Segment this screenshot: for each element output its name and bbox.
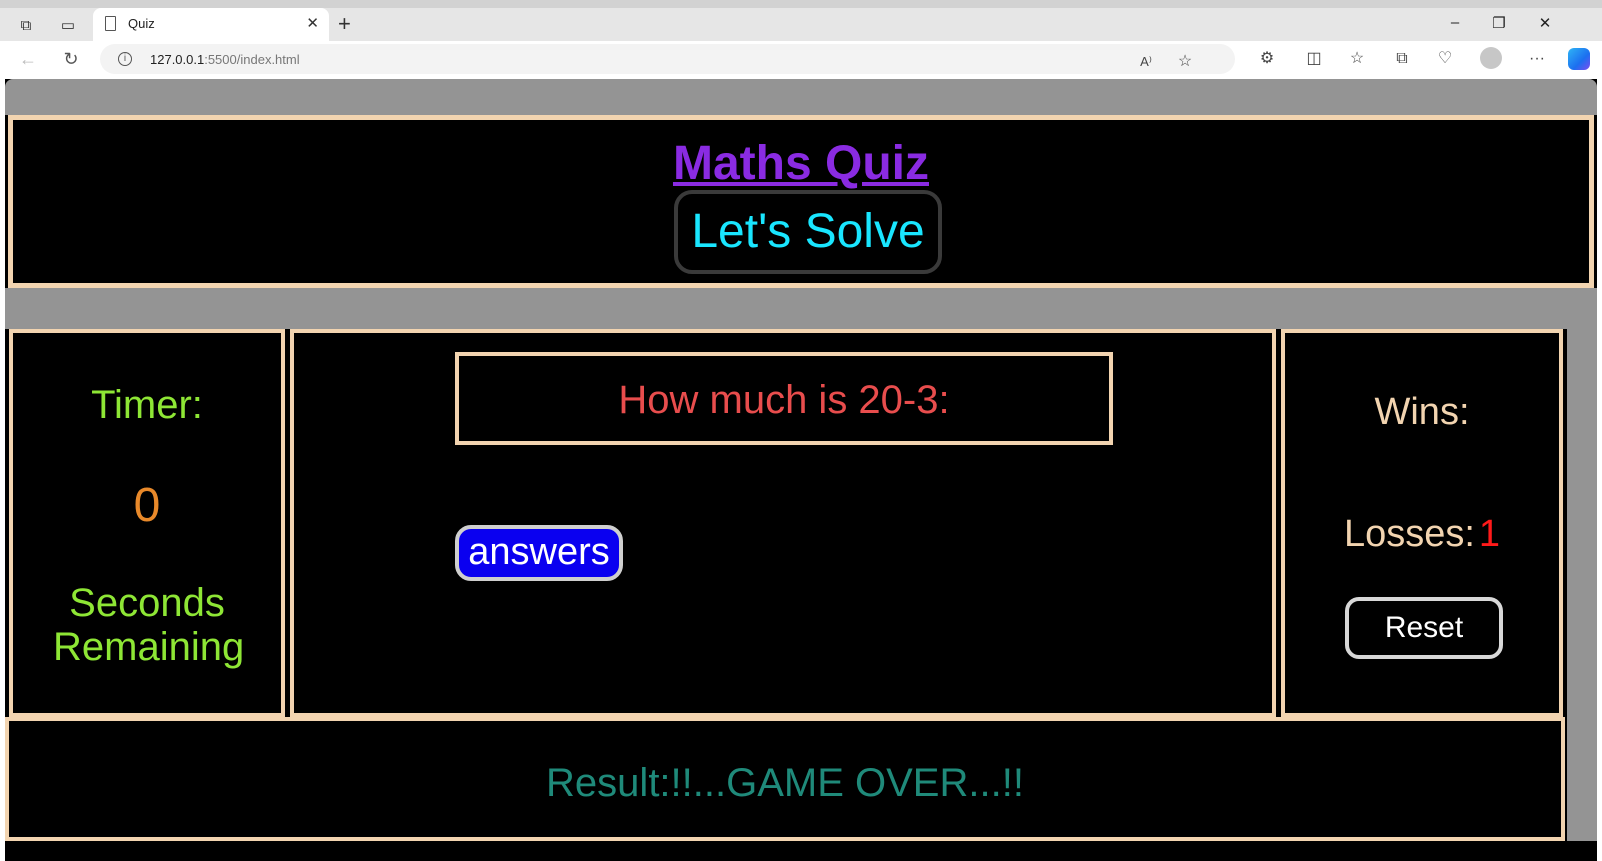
- favorite-star-icon[interactable]: ☆: [1173, 51, 1197, 73]
- read-aloud-icon[interactable]: A⁾: [1134, 51, 1158, 73]
- page-icon: [105, 16, 116, 31]
- wins-label: Wins:: [1374, 391, 1470, 433]
- url-field[interactable]: i 127.0.0.1:5500/index.html A⁾ ☆: [100, 44, 1235, 74]
- close-window-icon[interactable]: ✕: [1530, 14, 1560, 32]
- split-screen-icon[interactable]: ◫: [1302, 48, 1326, 70]
- losses-value: 1: [1478, 513, 1501, 555]
- browser-essentials-icon[interactable]: ♡: [1433, 48, 1457, 70]
- reload-icon[interactable]: ↻: [59, 48, 83, 70]
- result-text: Result:!!...GAME OVER...!!: [546, 761, 1024, 805]
- timer-value: 0: [133, 479, 161, 532]
- browser-address-bar: ← ↻ i 127.0.0.1:5500/index.html A⁾ ☆ ⚙ ◫…: [0, 41, 1602, 77]
- favorites-icon[interactable]: ☆: [1345, 48, 1369, 70]
- minimize-icon[interactable]: –: [1440, 14, 1470, 31]
- right-gutter: [1567, 329, 1597, 841]
- result-box: Result:!!...GAME OVER...!!: [5, 717, 1565, 841]
- tab-title: Quiz: [128, 16, 155, 31]
- restore-icon[interactable]: ❐: [1484, 14, 1514, 32]
- middle-band: [5, 288, 1597, 329]
- answers-button[interactable]: answers: [455, 525, 623, 581]
- question-panel: How much is 20-3: answers: [290, 329, 1276, 717]
- losses-row: Losses: 1: [1285, 513, 1559, 556]
- new-tab-icon[interactable]: +: [338, 11, 351, 37]
- workspaces-icon[interactable]: ⧉: [14, 14, 38, 38]
- page-title: Maths Quiz: [672, 137, 929, 190]
- question-text: How much is 20-3:: [618, 378, 950, 422]
- browser-tab-bar: ⧉ ▭ Quiz ✕ + – ❐ ✕: [0, 0, 1602, 41]
- close-tab-icon[interactable]: ✕: [306, 14, 319, 32]
- tab-actions-icon[interactable]: ▭: [56, 14, 80, 38]
- losses-label: Losses:: [1343, 513, 1475, 555]
- collections-icon[interactable]: ⧉: [1390, 48, 1414, 70]
- header: Maths Quiz Let's Solve: [8, 115, 1594, 288]
- back-icon[interactable]: ←: [16, 48, 40, 70]
- top-band: [5, 79, 1597, 115]
- extensions-icon[interactable]: ⚙: [1255, 48, 1279, 70]
- timer-panel: Timer: 0 Seconds Remaining: [9, 329, 285, 717]
- quiz-page: Maths Quiz Let's Solve Timer: 0 Seconds …: [5, 79, 1597, 861]
- site-info-icon[interactable]: i: [118, 52, 132, 66]
- lets-solve-button[interactable]: Let's Solve: [674, 190, 942, 274]
- reset-button[interactable]: Reset: [1345, 597, 1503, 659]
- score-panel: Wins: Losses: 1 Reset: [1281, 329, 1563, 717]
- url-text: 127.0.0.1:5500/index.html: [150, 52, 300, 67]
- timer-label: Timer:: [91, 383, 203, 427]
- profile-avatar[interactable]: [1480, 47, 1502, 69]
- seconds-remaining-label: Seconds Remaining: [53, 581, 245, 669]
- question-box: How much is 20-3:: [455, 352, 1113, 445]
- browser-tab[interactable]: Quiz ✕: [93, 8, 329, 41]
- more-options-icon[interactable]: ···: [1525, 48, 1549, 70]
- copilot-icon[interactable]: [1568, 48, 1590, 70]
